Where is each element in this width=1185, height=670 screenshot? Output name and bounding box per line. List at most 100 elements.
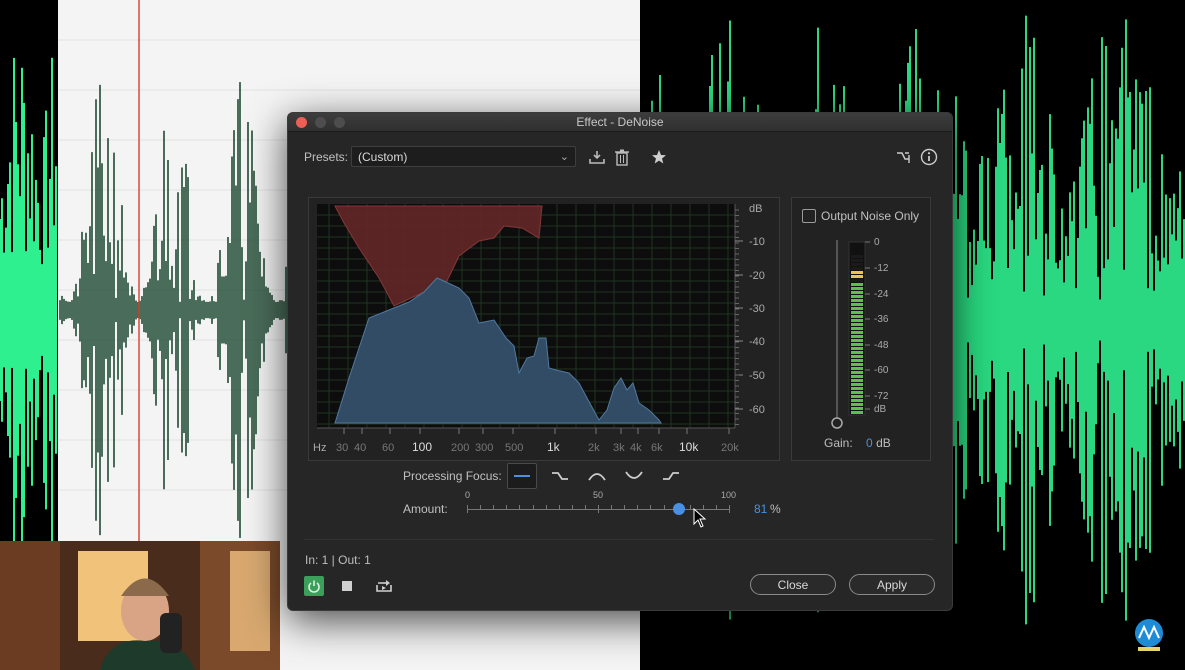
divider: [304, 539, 934, 540]
db-tick-label: -20: [749, 270, 765, 282]
stop-icon: [342, 581, 352, 591]
hz-tick-label: 1k: [547, 440, 561, 454]
amount-tick: [663, 505, 665, 509]
focus-low-high-icon[interactable]: [619, 463, 649, 489]
hz-tick-label: 200: [451, 442, 469, 454]
processing-focus-row: Processing Focus:: [403, 463, 823, 489]
meter-segment: [851, 387, 863, 390]
db-tick-label: -30: [749, 303, 765, 315]
amount-slider-thumb[interactable]: [673, 503, 686, 515]
amount-tick: [611, 505, 613, 509]
meter-segment: [851, 307, 863, 310]
meter-segment: [851, 327, 863, 330]
webcam-overlay: [0, 541, 280, 670]
focus-high-icon[interactable]: [656, 463, 686, 489]
gain-value[interactable]: 0: [866, 436, 873, 450]
loop-play-button[interactable]: [374, 577, 394, 595]
meter-segment: [851, 323, 863, 326]
meter-segment: [851, 275, 863, 278]
meter-segment: [851, 351, 863, 354]
amount-tick: [493, 505, 495, 509]
amount-label: Amount:: [403, 502, 448, 516]
focus-mid-icon[interactable]: [582, 463, 612, 489]
meter-segment: [851, 291, 863, 294]
meter-segment: [851, 383, 863, 386]
focus-all-icon[interactable]: [507, 463, 537, 489]
trash-icon[interactable]: [611, 146, 633, 168]
db-axis-unit: dB: [749, 203, 762, 215]
meter-segment: [851, 303, 863, 306]
hz-tick-label: 300: [475, 442, 493, 454]
processing-focus-label: Processing Focus:: [403, 469, 502, 483]
meter-scale-label: -60: [874, 365, 889, 376]
hz-tick-label: 20k: [721, 442, 739, 454]
db-tick-label: -50: [749, 370, 765, 382]
meter-segment: [851, 331, 863, 334]
presets-row: Presets: (Custom) ⌄: [304, 146, 940, 168]
meter-scale-label: -48: [874, 340, 889, 351]
meter-segment: [851, 371, 863, 374]
amount-tick: [650, 505, 652, 509]
close-button[interactable]: Close: [750, 574, 836, 595]
gain-readout: Gain: 0 dB: [824, 436, 891, 450]
meter-segment: [851, 299, 863, 302]
hz-tick-label: 60: [382, 442, 394, 454]
meter-segment: [851, 335, 863, 338]
meter-segment: [851, 283, 863, 286]
meter-scale-label: -36: [874, 314, 889, 325]
apply-button[interactable]: Apply: [849, 574, 935, 595]
amount-value[interactable]: 81: [754, 502, 767, 516]
amount-tick: [506, 505, 508, 509]
meter-scale-label: -72: [874, 391, 889, 402]
focus-low-icon[interactable]: [545, 463, 575, 489]
spectrum-graph-panel: -10 -20 -30 -40 -50 -60 30 40 60 100 200 300 500 1k 2…: [308, 197, 780, 461]
amount-mid-label: 50: [593, 490, 604, 500]
meter-segment: [851, 295, 863, 298]
meter-segment: [851, 319, 863, 322]
hz-tick-label: 6k: [651, 442, 663, 454]
save-preset-icon[interactable]: [586, 146, 608, 168]
meter-segment: [851, 411, 863, 414]
presets-label: Presets:: [304, 150, 349, 164]
meter-segment: [851, 399, 863, 402]
meter-segment: [851, 339, 863, 342]
meter-segment: [851, 343, 863, 346]
window-title: Effect - DeNoise: [576, 115, 664, 129]
meter-segment: [851, 403, 863, 406]
meter-segment: [851, 379, 863, 382]
meter-scale-label: dB: [874, 404, 887, 415]
gain-unit: dB: [876, 436, 891, 450]
meter-segment: [851, 263, 863, 266]
amount-tick: [598, 505, 599, 513]
hz-axis-unit: Hz: [313, 442, 326, 454]
in-out-status: In: 1 | Out: 1: [305, 553, 371, 567]
power-toggle-button[interactable]: [304, 576, 324, 596]
hz-tick-label: 100: [412, 440, 432, 454]
amount-row: Amount: 0 50 100 81 %: [403, 490, 903, 536]
title-bar[interactable]: Effect - DeNoise: [288, 113, 952, 132]
spectrum-graph[interactable]: -10 -20 -30 -40 -50 -60 30 40 60 100 200 300 500 1k 2…: [309, 198, 779, 460]
info-icon[interactable]: [918, 146, 940, 168]
meter-segment: [851, 279, 863, 282]
meter-segment: [851, 391, 863, 394]
meter-segment: [851, 259, 863, 262]
amount-max-label: 100: [721, 490, 737, 500]
amount-tick: [584, 505, 586, 509]
star-icon[interactable]: [648, 146, 670, 168]
routing-icon[interactable]: [892, 146, 914, 168]
chevron-down-icon: ⌄: [559, 151, 569, 163]
presets-dropdown[interactable]: (Custom) ⌄: [351, 146, 576, 167]
amount-min-label: 0: [465, 490, 471, 500]
meter-segment: [851, 363, 863, 366]
meter-segment: [851, 367, 863, 370]
channel-logo: [1133, 618, 1165, 652]
mouse-cursor-icon: [693, 508, 707, 528]
amount-tick: [545, 505, 547, 509]
meter-segment: [851, 347, 863, 350]
meter-segment: [851, 287, 863, 290]
amount-tick: [480, 505, 482, 509]
amount-unit: %: [770, 502, 781, 516]
db-tick-label: -40: [749, 336, 765, 348]
amount-tick: [729, 505, 730, 513]
stop-button[interactable]: [339, 578, 355, 594]
